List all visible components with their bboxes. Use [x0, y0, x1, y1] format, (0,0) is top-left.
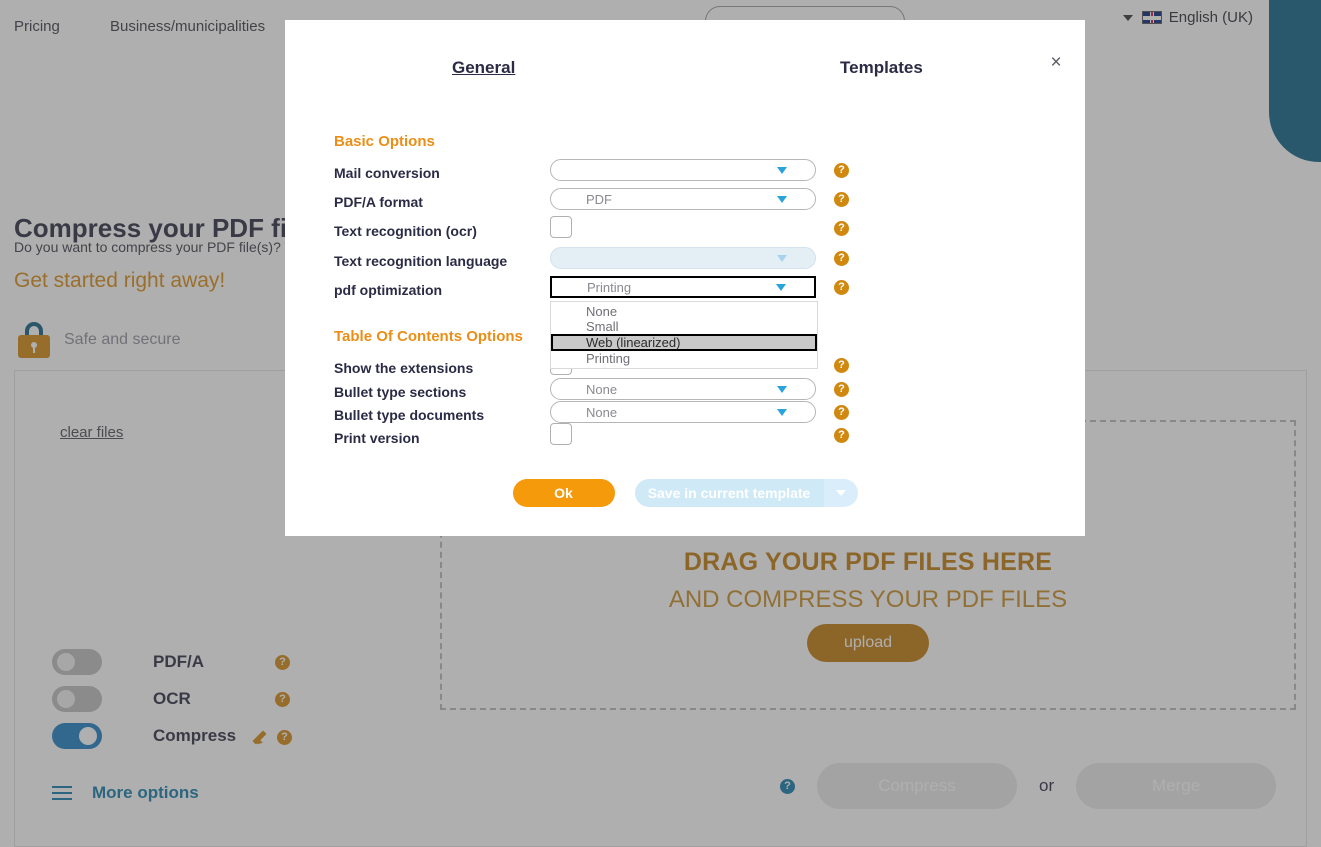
field-row-text-recognition-language: Text recognition language ? [334, 247, 1054, 275]
checkbox-text-recognition-ocr[interactable] [550, 216, 572, 238]
select-bullet-type-sections[interactable]: None [550, 378, 816, 400]
select-text-recognition-language[interactable] [550, 247, 816, 269]
help-icon[interactable]: ? [834, 358, 849, 373]
chevron-down-icon [777, 166, 787, 174]
chevron-down-icon [777, 195, 787, 203]
chevron-down-icon[interactable] [823, 479, 858, 507]
select-value-bullet-type-documents: None [586, 404, 618, 420]
field-row-bullet-type-documents: Bullet type documents None ? [334, 401, 1054, 429]
dropdown-option[interactable]: None [551, 304, 817, 319]
field-row-text-recognition-ocr: Text recognition (ocr) ? [334, 216, 1054, 245]
help-icon[interactable]: ? [834, 192, 849, 207]
chevron-down-icon [776, 283, 786, 291]
save-in-current-template-button[interactable]: Save in current template [634, 479, 824, 507]
field-label-bullet-type-sections: Bullet type sections [334, 384, 467, 400]
field-label-pdf-optimization: pdf optimization [334, 282, 443, 298]
settings-dialog: × General Templates Basic Options Mail c… [285, 20, 1085, 536]
help-icon[interactable]: ? [834, 163, 849, 178]
field-row-print-version: Print version ? [334, 423, 1054, 452]
dropdown-option-selected[interactable]: Web (linearized) [551, 334, 817, 351]
help-icon[interactable]: ? [834, 251, 849, 266]
dropdown-option[interactable]: Printing [551, 351, 817, 366]
field-label-mail-conversion: Mail conversion [334, 165, 440, 181]
field-label-pdfa-format: PDF/A format [334, 194, 423, 210]
select-value-pdf-optimization: Printing [587, 279, 632, 295]
select-value-pdfa-format: PDF [586, 191, 612, 207]
checkbox-print-version[interactable] [550, 423, 572, 445]
select-bullet-type-documents[interactable]: None [550, 401, 816, 423]
field-row-mail-conversion: Mail conversion ? [334, 159, 1054, 187]
help-icon[interactable]: ? [834, 221, 849, 236]
section-title-toc-options: Table Of Contents Options [334, 328, 523, 345]
dialog-tabs: General Templates [285, 58, 1085, 88]
ok-button[interactable]: Ok [512, 479, 615, 507]
field-label-print-version: Print version [334, 430, 420, 446]
tab-general[interactable]: General [452, 58, 515, 78]
select-mail-conversion[interactable] [550, 159, 816, 181]
dropdown-option[interactable]: Small [551, 319, 817, 334]
dropdown-pdf-optimization-options[interactable]: None Small Web (linearized) Printing [550, 301, 818, 369]
field-label-bullet-type-documents: Bullet type documents [334, 407, 485, 423]
field-label-text-recognition-language: Text recognition language [334, 253, 508, 269]
field-label-text-recognition-ocr: Text recognition (ocr) [334, 223, 477, 239]
select-value-bullet-type-sections: None [586, 381, 618, 397]
save-template-group: Save in current template [634, 479, 858, 507]
field-row-pdfa-format: PDF/A format PDF ? [334, 188, 1054, 216]
help-icon[interactable]: ? [834, 428, 849, 443]
tab-templates[interactable]: Templates [840, 58, 923, 78]
field-label-show-extensions: Show the extensions [334, 360, 474, 376]
select-pdfa-format[interactable]: PDF [550, 188, 816, 210]
dialog-action-bar: Ok Save in current template [285, 479, 1085, 507]
chevron-down-icon [777, 385, 787, 393]
help-icon[interactable]: ? [834, 405, 849, 420]
select-pdf-optimization[interactable]: Printing [550, 276, 816, 298]
help-icon[interactable]: ? [834, 382, 849, 397]
help-icon[interactable]: ? [834, 280, 849, 295]
chevron-down-icon [777, 254, 787, 262]
chevron-down-icon [777, 408, 787, 416]
section-title-basic-options: Basic Options [334, 133, 435, 150]
